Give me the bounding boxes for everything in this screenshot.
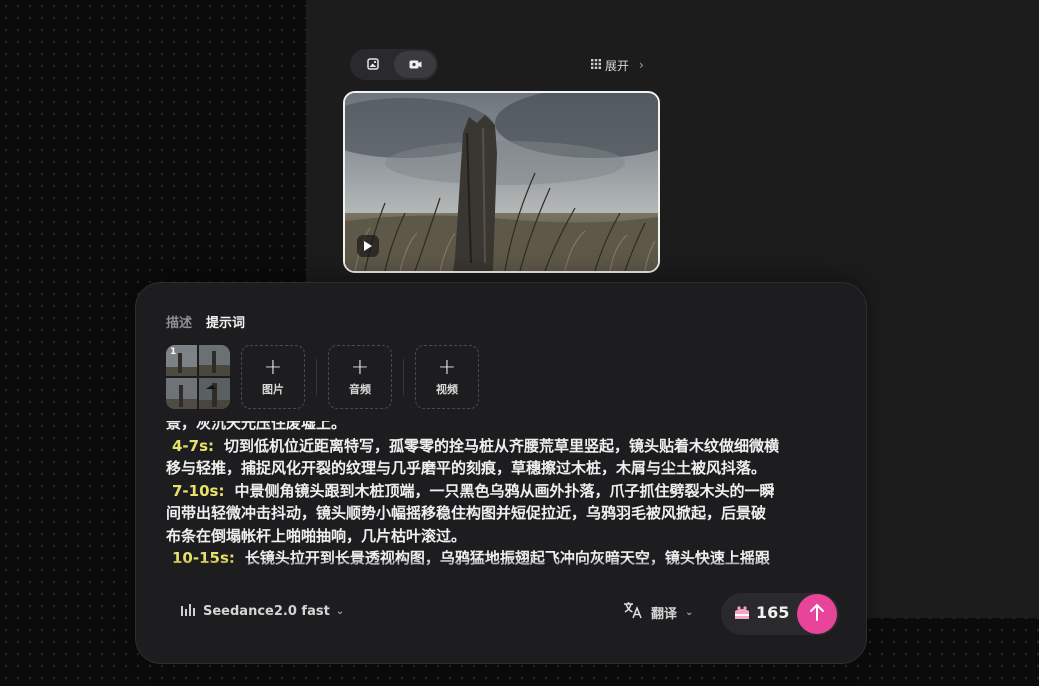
prompt-timestamp: 7-10s: — [172, 481, 225, 500]
image-mode-button[interactable] — [352, 51, 394, 78]
prompt-line-text: 景，灰沉天光压住废墟上。 — [166, 421, 347, 432]
prompt-line: 4-7s: 切到低机位近距离特写，孤零零的拴马桩从齐腰荒草里竖起，镜头贴着木纹做细… — [166, 435, 836, 458]
attachment-row: 1 + 图片 + 音频 + 视频 — [166, 345, 479, 409]
tab-prompt[interactable]: 提示词 — [206, 312, 245, 331]
translate-button[interactable]: 翻译 ⌄ — [623, 601, 693, 623]
model-selector[interactable]: Seedance2.0 fast ⌄ — [181, 603, 344, 620]
video-mode-button[interactable] — [394, 51, 436, 78]
divider — [403, 359, 404, 395]
video-preview-card[interactable] — [343, 91, 660, 273]
add-audio-label: 音频 — [349, 382, 371, 396]
image-icon — [367, 55, 379, 74]
prompt-line-text: 中景侧角镜头跟到木桩顶端，一只黑色乌鸦从画外扑落，爪子抓住劈裂木头的一瞬 — [234, 481, 775, 500]
prompt-line: 景，灰沉天光压住废墟上。 — [166, 421, 836, 435]
add-audio-button[interactable]: + 音频 — [328, 345, 392, 409]
play-button[interactable] — [357, 235, 379, 257]
prompt-line-text: 布条在倒塌帐杆上啪啪抽响，几片枯叶滚过。 — [166, 526, 467, 545]
prompt-textarea[interactable]: 景，灰沉天光压住废墟上。 4-7s: 切到低机位近距离特写，孤零零的拴马桩从齐腰荒草… — [166, 421, 836, 573]
composer-tabs: 描述 提示词 — [166, 312, 245, 331]
credit-stack-icon — [733, 605, 751, 625]
prompt-composer: 描述 提示词 1 + 图片 + 音频 + 视频 景，灰沉天光压住废墟上。 4-7… — [135, 282, 867, 664]
credit-count: 165 — [756, 603, 790, 622]
video-thumbnail — [345, 93, 658, 271]
prompt-text: 景，灰沉天光压住废墟上。 4-7s: 切到低机位近距离特写，孤零零的拴马桩从齐腰荒草… — [166, 421, 836, 573]
send-button[interactable] — [797, 594, 837, 634]
translate-icon — [623, 601, 643, 623]
grid-icon — [591, 58, 601, 72]
audio-bars-icon — [181, 603, 197, 620]
scroll-fade — [166, 559, 836, 573]
tab-description[interactable]: 描述 — [166, 312, 192, 331]
prompt-timestamp: 4-7s: — [172, 436, 215, 455]
video-camera-icon — [409, 55, 422, 74]
chevron-down-icon: ⌄ — [335, 606, 345, 617]
reference-image-thumbnail[interactable]: 1 — [166, 345, 230, 409]
chevron-down-icon: ⌄ — [685, 606, 694, 618]
arrow-up-icon — [809, 603, 825, 625]
prompt-line-text: 切到低机位近距离特写，孤零零的拴马桩从齐腰荒草里竖起，镜头贴着木纹做细微横 — [224, 436, 780, 455]
prompt-line: 间带出轻微冲击抖动，镜头顺势小幅摇移稳住构图并短促拉近，乌鸦羽毛被风掀起，后景破 — [166, 502, 836, 525]
expand-label: 展开 — [605, 58, 630, 73]
prompt-line-text: 间带出轻微冲击抖动，镜头顺势小幅摇移稳住构图并短促拉近，乌鸦羽毛被风掀起，后景破 — [166, 504, 767, 522]
plus-icon: + — [350, 354, 370, 380]
model-label: Seedance2.0 fast — [203, 604, 330, 619]
add-video-label: 视频 — [436, 382, 458, 396]
add-video-button[interactable]: + 视频 — [415, 345, 479, 409]
plus-icon: + — [437, 354, 457, 380]
prompt-line: 移与轻推，捕捉风化开裂的纹理与几乎磨平的刻痕，草穗擦过木桩，木屑与尘土被风抖落。 — [166, 457, 836, 480]
expand-button[interactable]: 展开 › — [591, 56, 644, 74]
translate-label: 翻译 — [651, 606, 678, 622]
prompt-line-text: 移与轻推，捕捉风化开裂的纹理与几乎磨平的刻痕，草穗擦过木桩，木屑与尘土被风抖落。 — [166, 459, 767, 477]
prompt-line: 布条在倒塌帐杆上啪啪抽响，几片枯叶滚过。 — [166, 525, 836, 548]
prompt-line: 7-10s: 中景侧角镜头跟到木桩顶端，一只黑色乌鸦从画外扑落，爪子抓住劈裂木头的… — [166, 480, 836, 503]
mode-toggle — [350, 49, 438, 80]
thumbnail-index: 1 — [170, 347, 177, 357]
play-icon — [364, 241, 372, 251]
add-image-label: 图片 — [262, 382, 284, 396]
plus-icon: + — [263, 354, 283, 380]
chevron-right-icon: › — [639, 58, 644, 72]
divider — [316, 359, 317, 395]
add-image-button[interactable]: + 图片 — [241, 345, 305, 409]
